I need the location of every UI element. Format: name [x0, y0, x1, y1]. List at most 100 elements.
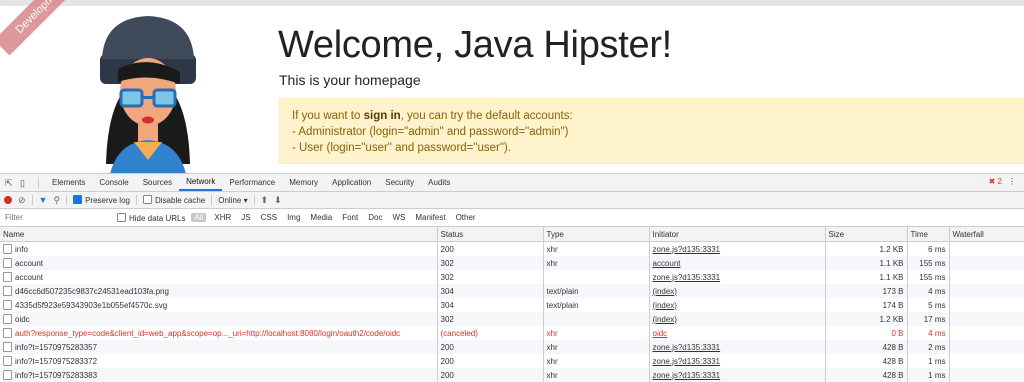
column-header-name[interactable]: Name: [0, 227, 437, 242]
table-row[interactable]: info200xhrzone.js?d135:33311.2 KB6 ms: [0, 242, 1024, 257]
device-toolbar-icon[interactable]: ▯: [20, 178, 30, 188]
tab-security[interactable]: Security: [378, 174, 421, 191]
file-icon: [3, 356, 12, 366]
request-type: xhr: [543, 368, 649, 382]
column-header-initiator[interactable]: Initiator: [649, 227, 825, 242]
type-filter-manifest[interactable]: Manifest: [413, 213, 447, 222]
table-row[interactable]: d46cc6d507235c9837c24531ead103fa.png304t…: [0, 284, 1024, 298]
request-name: info?t=1570975283357: [0, 340, 437, 354]
type-filter-js[interactable]: JS: [239, 213, 252, 222]
preserve-log-checkbox[interactable]: Preserve log: [73, 195, 130, 205]
request-initiator[interactable]: (index): [649, 312, 825, 326]
preserve-log-label: Preserve log: [85, 196, 130, 205]
tab-elements[interactable]: Elements: [45, 174, 92, 191]
page-subtitle: This is your homepage: [279, 72, 421, 88]
devtools-tabbar: ⇱ ▯ Elements Console Sources Network Per…: [0, 174, 1024, 192]
request-initiator[interactable]: zone.js?d135:3331: [649, 242, 825, 257]
inspect-element-icon[interactable]: ⇱: [5, 178, 15, 188]
request-name: auth?response_type=code&client_id=web_ap…: [0, 326, 437, 340]
alert-text: , you can try the default accounts:: [401, 110, 573, 122]
request-initiator[interactable]: zone.js?d135:3331: [649, 340, 825, 354]
request-initiator[interactable]: (index): [649, 298, 825, 312]
request-time-text: 6 ms: [928, 245, 945, 254]
file-icon: [3, 244, 12, 254]
type-filter-css[interactable]: CSS: [259, 213, 279, 222]
import-har-icon[interactable]: ⬆: [261, 195, 269, 206]
request-status-text: 302: [441, 259, 454, 268]
request-waterfall: [949, 270, 1024, 284]
table-row[interactable]: info?t=1570975283383200xhrzone.js?d135:3…: [0, 368, 1024, 382]
type-filter-doc[interactable]: Doc: [366, 213, 384, 222]
request-initiator[interactable]: (index): [649, 284, 825, 298]
column-header-status[interactable]: Status: [437, 227, 543, 242]
request-size-text: 1.2 KB: [879, 315, 903, 324]
request-initiator[interactable]: zone.js?d135:3331: [649, 368, 825, 382]
request-type: xhr: [543, 256, 649, 270]
type-filter-media[interactable]: Media: [308, 213, 334, 222]
search-icon[interactable]: ⚲: [53, 195, 60, 206]
table-row[interactable]: info?t=1570975283357200xhrzone.js?d135:3…: [0, 340, 1024, 354]
tab-performance[interactable]: Performance: [222, 174, 282, 191]
column-header-time[interactable]: Time: [907, 227, 949, 242]
request-waterfall: [949, 340, 1024, 354]
filter-icon[interactable]: ▼: [39, 195, 48, 205]
divider: [66, 195, 67, 205]
table-row[interactable]: account302xhraccount1.1 KB155 ms: [0, 256, 1024, 270]
request-status-text: 200: [441, 343, 454, 352]
file-icon: [3, 300, 12, 310]
column-header-size[interactable]: Size: [825, 227, 907, 242]
checkbox-icon: [117, 213, 126, 222]
request-size: 1.1 KB: [825, 256, 907, 270]
request-status-text: 304: [441, 287, 454, 296]
request-type: xhr: [543, 354, 649, 368]
tab-application[interactable]: Application: [325, 174, 378, 191]
request-status-text: 302: [441, 273, 454, 282]
error-count: 2: [998, 177, 1002, 186]
request-initiator[interactable]: account: [649, 256, 825, 270]
request-time: 2 ms: [907, 340, 949, 354]
request-time: 4 ms: [907, 326, 949, 340]
request-name: info: [0, 242, 437, 257]
filter-input[interactable]: [3, 211, 111, 224]
request-status-text: 200: [441, 371, 454, 380]
type-filter-other[interactable]: Other: [454, 213, 478, 222]
request-initiator[interactable]: zone.js?d135:3331: [649, 270, 825, 284]
request-size-text: 174 B: [883, 301, 904, 310]
table-row[interactable]: info?t=1570975283372200xhrzone.js?d135:3…: [0, 354, 1024, 368]
type-filter-img[interactable]: Img: [285, 213, 302, 222]
request-size-text: 428 B: [883, 357, 904, 366]
tab-memory[interactable]: Memory: [282, 174, 325, 191]
throttle-select[interactable]: Online ▾: [218, 196, 247, 205]
more-options-icon[interactable]: ⋮: [1008, 177, 1016, 186]
clear-icon[interactable]: ⊘: [18, 195, 26, 206]
column-header-waterfall[interactable]: Waterfall: [949, 227, 1024, 242]
type-filter-all[interactable]: All: [191, 213, 206, 222]
disable-cache-checkbox[interactable]: Disable cache: [143, 195, 205, 205]
request-size: 0 B: [825, 326, 907, 340]
record-icon[interactable]: [4, 196, 12, 204]
request-initiator[interactable]: zone.js?d135:3331: [649, 354, 825, 368]
type-filter-xhr[interactable]: XHR: [212, 213, 233, 222]
tab-sources[interactable]: Sources: [136, 174, 179, 191]
sign-in-link[interactable]: sign in: [364, 110, 401, 122]
request-status-text: 200: [441, 357, 454, 366]
table-row[interactable]: 4335d5f923e59343903e1b055ef4570c.svg304t…: [0, 298, 1024, 312]
request-size: 174 B: [825, 298, 907, 312]
tab-console[interactable]: Console: [92, 174, 135, 191]
error-badge[interactable]: ✖ 2: [989, 177, 1002, 186]
table-row[interactable]: oidc302(index)1.2 KB17 ms: [0, 312, 1024, 326]
hide-data-urls-checkbox[interactable]: Hide data URLs: [117, 213, 185, 223]
type-filter-ws[interactable]: WS: [390, 213, 407, 222]
tab-audits[interactable]: Audits: [421, 174, 457, 191]
page-title: Welcome, Java Hipster!: [278, 24, 672, 67]
column-header-type[interactable]: Type: [543, 227, 649, 242]
request-time: 1 ms: [907, 354, 949, 368]
request-initiator[interactable]: oidc: [649, 326, 825, 340]
tab-network[interactable]: Network: [179, 174, 222, 191]
request-type-text: xhr: [547, 245, 558, 254]
type-filter-font[interactable]: Font: [340, 213, 360, 222]
request-status: (canceled): [437, 326, 543, 340]
table-row[interactable]: auth?response_type=code&client_id=web_ap…: [0, 326, 1024, 340]
export-har-icon[interactable]: ⬇: [274, 195, 282, 206]
table-row[interactable]: account302zone.js?d135:33311.1 KB155 ms: [0, 270, 1024, 284]
